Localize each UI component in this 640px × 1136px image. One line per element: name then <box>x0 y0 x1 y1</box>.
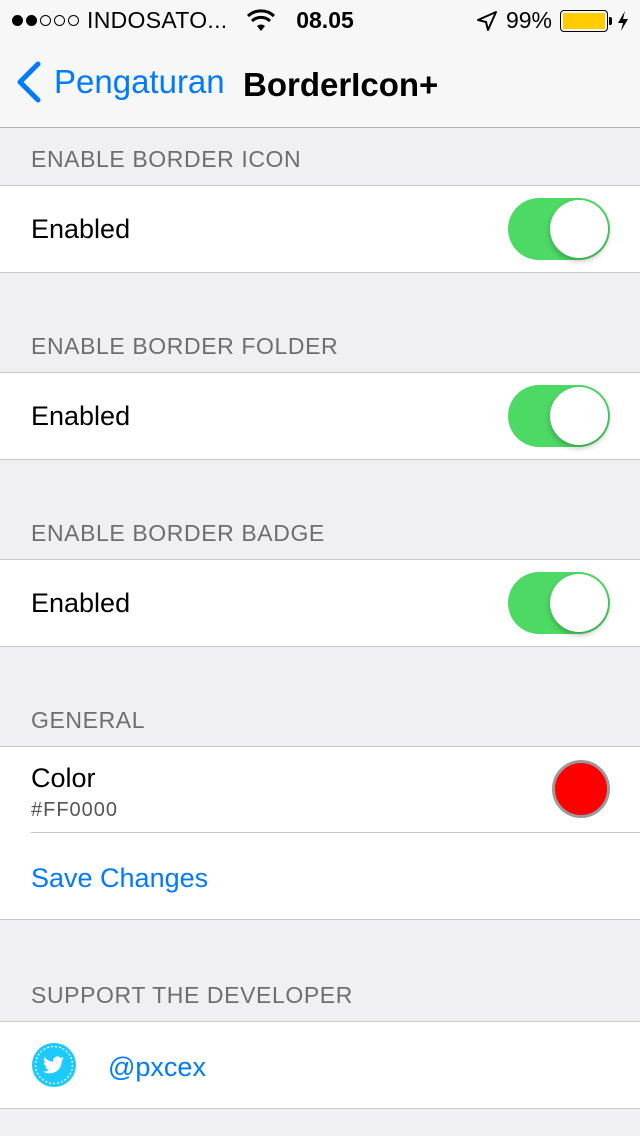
section-header-border-folder: ENABLE BORDER FOLDER <box>31 333 339 359</box>
enable-border-badge-row: Enabled <box>0 560 640 646</box>
chevron-left-icon <box>17 61 41 103</box>
toggle-knob <box>550 387 608 445</box>
border-icon-toggle[interactable] <box>508 198 610 260</box>
group-support: @pxcex <box>0 1021 640 1109</box>
charging-bolt-icon <box>618 10 628 31</box>
twitter-icon <box>32 1043 76 1087</box>
color-swatch[interactable] <box>552 760 610 818</box>
location-arrow-icon <box>476 10 497 31</box>
navigation-bar: Pengaturan BorderIcon+ <box>0 40 640 128</box>
status-bar: INDOSATO... 08.05 99% <box>0 0 640 40</box>
section-header-border-badge: ENABLE BORDER BADGE <box>31 520 325 546</box>
back-button[interactable]: Pengaturan <box>14 60 225 104</box>
battery-icon <box>560 9 612 32</box>
status-right: 99% <box>476 7 630 34</box>
battery-fill <box>563 12 605 29</box>
toggle-knob <box>550 200 608 258</box>
section-header-general: GENERAL <box>31 707 146 733</box>
battery-percent: 99% <box>505 7 552 33</box>
twitter-link-row[interactable]: @pxcex <box>0 1022 640 1108</box>
group-border-folder: Enabled <box>0 372 640 460</box>
page-title: BorderIcon+ <box>243 66 439 103</box>
save-changes-row: Save Changes <box>0 833 640 919</box>
row-label: Enabled <box>31 588 131 618</box>
back-button-label: Pengaturan <box>54 63 225 100</box>
group-border-badge: Enabled <box>0 559 640 647</box>
group-border-icon: Enabled <box>0 185 640 273</box>
section-header-border-icon: ENABLE BORDER ICON <box>31 146 302 172</box>
section-header-support: SUPPORT THE DEVELOPER <box>31 982 353 1008</box>
enable-border-icon-row: Enabled <box>0 186 640 272</box>
color-row[interactable]: Color #FF0000 <box>31 747 640 833</box>
group-general: Color #FF0000 Save Changes <box>0 746 640 920</box>
toggle-knob <box>550 574 608 632</box>
row-label: Enabled <box>31 401 131 431</box>
color-label: Color <box>31 763 96 793</box>
twitter-handle: @pxcex <box>108 1052 206 1082</box>
color-hex-value: #FF0000 <box>31 799 119 821</box>
enable-border-folder-row: Enabled <box>0 373 640 459</box>
border-badge-toggle[interactable] <box>508 572 610 634</box>
border-folder-toggle[interactable] <box>508 385 610 447</box>
row-label: Enabled <box>31 214 131 244</box>
save-changes-button[interactable]: Save Changes <box>31 863 208 894</box>
